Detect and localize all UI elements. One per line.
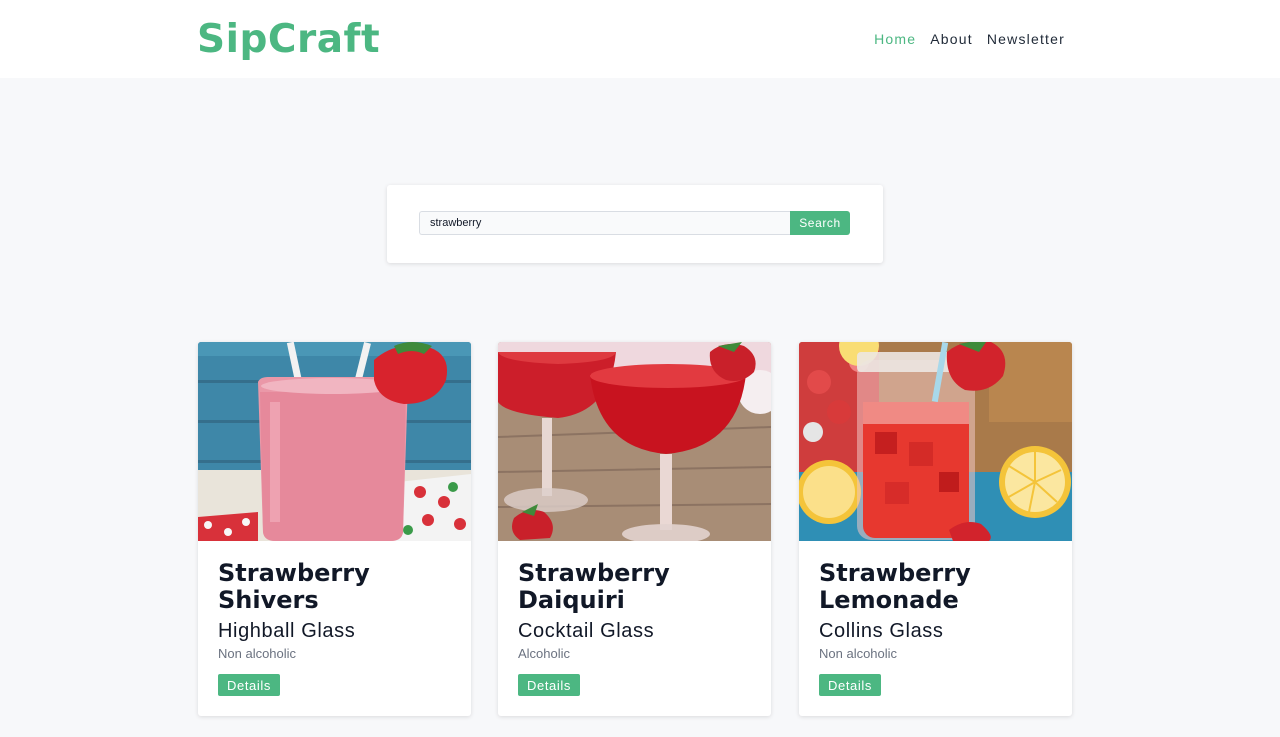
- main-nav: Home About Newsletter: [874, 30, 1065, 48]
- details-button[interactable]: Details: [218, 674, 280, 696]
- drink-type: Non alcoholic: [819, 646, 898, 661]
- drink-title: Strawberry Shivers: [218, 559, 370, 614]
- drink-card: Strawberry Shivers Highball Glass Non al…: [198, 342, 471, 716]
- nav-newsletter-link[interactable]: Newsletter: [987, 30, 1065, 48]
- search-panel: Search: [387, 185, 883, 263]
- nav-about-link[interactable]: About: [930, 30, 973, 48]
- drink-type: Non alcoholic: [218, 646, 297, 661]
- drink-glass: Highball Glass: [218, 620, 356, 642]
- strawberry-smoothie-photo[interactable]: [198, 342, 471, 541]
- drink-card: Strawberry Daiquiri Cocktail Glass Alcoh…: [498, 342, 771, 716]
- search-input[interactable]: [419, 211, 791, 235]
- strawberry-daiquiri-photo[interactable]: [498, 342, 771, 541]
- strawberry-lemonade-photo[interactable]: [799, 342, 1072, 541]
- brand-logo[interactable]: SipCraft: [197, 16, 380, 64]
- drink-glass: Cocktail Glass: [518, 620, 655, 642]
- drink-title: Strawberry Lemonade: [819, 559, 971, 614]
- drink-glass: Collins Glass: [819, 620, 944, 642]
- details-button[interactable]: Details: [819, 674, 881, 696]
- drink-title: Strawberry Daiquiri: [518, 559, 670, 614]
- search-button[interactable]: Search: [790, 211, 850, 235]
- drink-type: Alcoholic: [518, 646, 571, 661]
- nav-home-link[interactable]: Home: [874, 30, 916, 48]
- drink-card: Strawberry Lemonade Collins Glass Non al…: [799, 342, 1072, 716]
- site-header: SipCraft Home About Newsletter: [0, 0, 1280, 78]
- details-button[interactable]: Details: [518, 674, 580, 696]
